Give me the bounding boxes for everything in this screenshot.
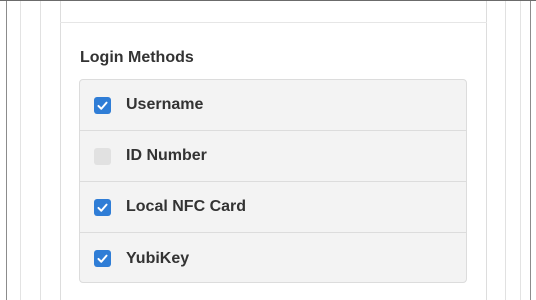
login-method-label: YubiKey: [126, 249, 190, 267]
login-method-local-nfc-card[interactable]: Local NFC Card: [80, 182, 466, 233]
local-nfc-card-checkbox[interactable]: [94, 198, 111, 216]
frame-divider: [520, 1, 521, 300]
window-frame-right: [530, 1, 536, 300]
login-methods-list: Username ID Number Local NFC Card YubiKe…: [79, 79, 467, 283]
login-methods-heading: Login Methods: [80, 49, 194, 66]
check-icon: [97, 254, 108, 263]
window-frame-left: [6, 1, 7, 300]
login-method-label: ID Number: [126, 147, 207, 164]
login-method-label: Username: [126, 96, 204, 113]
id-number-checkbox[interactable]: [94, 147, 111, 165]
check-icon: [97, 101, 108, 110]
frame-divider: [20, 1, 21, 300]
app-viewport: Login Methods Username ID Number Local N…: [0, 0, 536, 300]
username-checkbox[interactable]: [94, 96, 111, 114]
check-icon: [97, 203, 108, 212]
login-method-id-number[interactable]: ID Number: [80, 131, 466, 182]
login-method-yubikey[interactable]: YubiKey: [80, 233, 466, 282]
card-divider: [60, 22, 487, 23]
login-method-username[interactable]: Username: [80, 80, 466, 131]
yubikey-checkbox[interactable]: [94, 250, 111, 267]
login-method-label: Local NFC Card: [126, 198, 247, 215]
